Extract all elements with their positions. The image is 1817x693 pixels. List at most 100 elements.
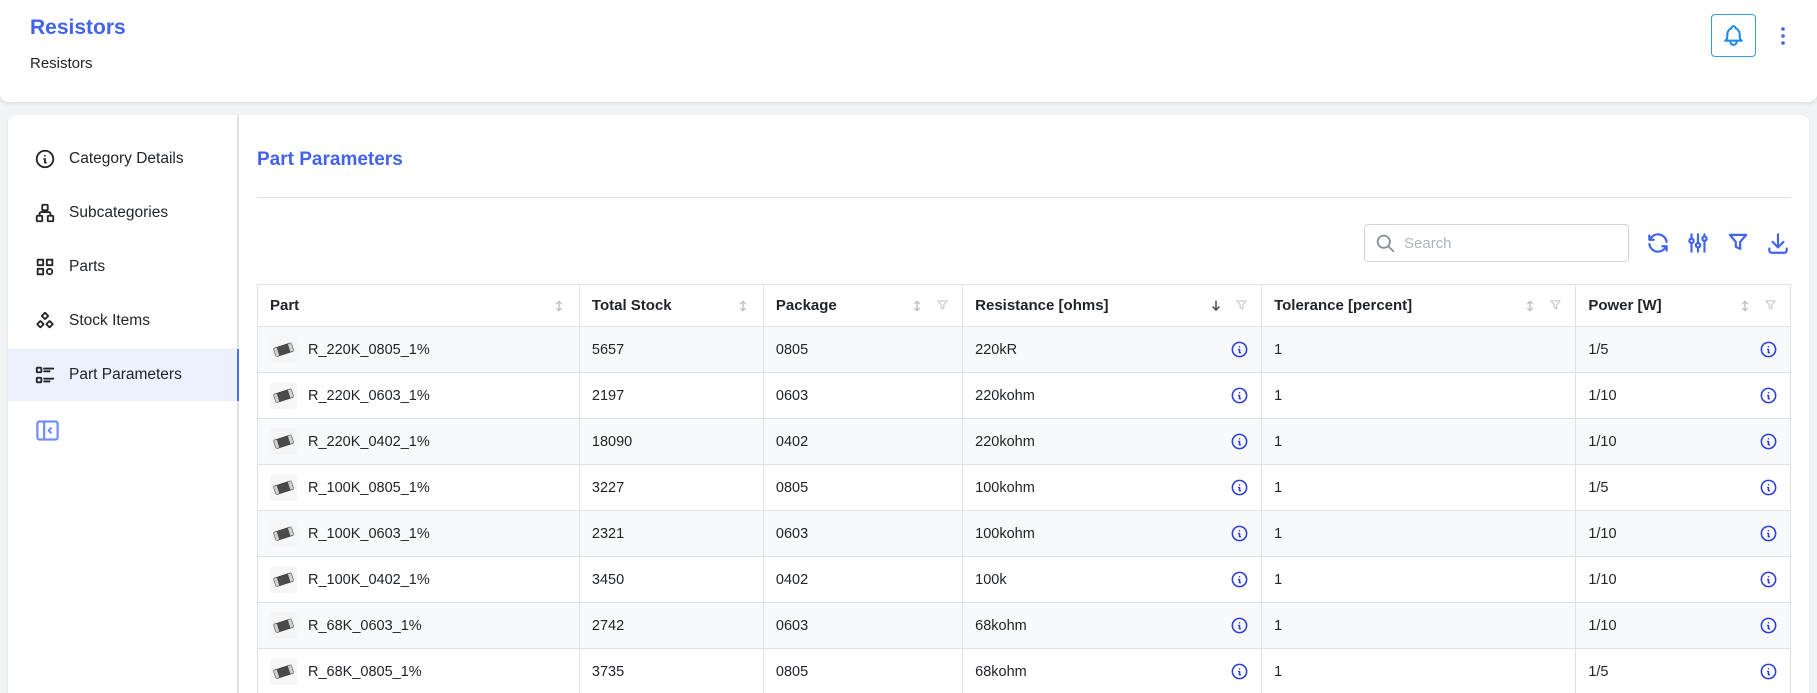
sort-icon[interactable] <box>1522 298 1538 314</box>
table-options-button[interactable] <box>1685 230 1711 256</box>
sidebar-item-subcategories[interactable]: Subcategories <box>8 187 237 239</box>
cell-power: 1/10 <box>1576 511 1791 557</box>
info-icon[interactable] <box>1759 524 1778 543</box>
cell-resistance: 68kohm <box>963 603 1262 649</box>
breadcrumb[interactable]: Resistors <box>30 55 93 72</box>
info-icon[interactable] <box>1230 662 1249 681</box>
table-row[interactable]: R_220K_0402_1%180900402220kohm11/10 <box>258 419 1791 465</box>
panel-sidebar: Category Details Subcategories Parts Sto… <box>8 115 239 693</box>
part-thumbnail[interactable] <box>270 428 297 455</box>
notifications-button[interactable] <box>1711 14 1756 57</box>
cell-package: 0805 <box>763 649 962 693</box>
sort-icon[interactable] <box>1737 298 1753 314</box>
table-row[interactable]: R_100K_0402_1%34500402100k11/10 <box>258 557 1791 603</box>
resistance-value: 68kohm <box>975 664 1027 680</box>
info-icon[interactable] <box>1759 662 1778 681</box>
info-icon[interactable] <box>1230 386 1249 405</box>
column-header-part[interactable]: Part <box>258 285 580 327</box>
cell-part: R_68K_0805_1% <box>258 649 580 693</box>
part-parameters-table: PartTotal Stock Package Resistance [ohms]T… <box>257 284 1791 693</box>
column-header-total-stock[interactable]: Total Stock <box>579 285 763 327</box>
info-icon[interactable] <box>1230 432 1249 451</box>
cell-resistance: 220kohm <box>963 419 1262 465</box>
sort-icon[interactable] <box>551 298 567 314</box>
resistance-value: 68kohm <box>975 618 1027 634</box>
table-row[interactable]: R_220K_0603_1%21970603220kohm11/10 <box>258 373 1791 419</box>
info-icon[interactable] <box>1230 340 1249 359</box>
column-filter-icon[interactable] <box>1763 298 1778 313</box>
info-icon[interactable] <box>1759 616 1778 635</box>
column-filter-icon[interactable] <box>1548 298 1563 313</box>
info-icon[interactable] <box>1230 478 1249 497</box>
table-row[interactable]: R_100K_0805_1%32270805100kohm11/5 <box>258 465 1791 511</box>
cell-tolerance: 1 <box>1262 327 1576 373</box>
column-header-power-w[interactable]: Power [W] <box>1576 285 1791 327</box>
sidebar-item-category-details[interactable]: Category Details <box>8 133 237 185</box>
part-thumbnail[interactable] <box>270 336 297 363</box>
column-header-tolerance-percent[interactable]: Tolerance [percent] <box>1262 285 1576 327</box>
sidebar-item-label: Stock Items <box>69 312 150 330</box>
overflow-menu-button[interactable] <box>1771 18 1795 54</box>
cell-total-stock: 2742 <box>579 603 763 649</box>
info-icon[interactable] <box>1759 386 1778 405</box>
info-icon[interactable] <box>1230 616 1249 635</box>
filter-button[interactable] <box>1725 230 1751 256</box>
cell-tolerance: 1 <box>1262 465 1576 511</box>
sort-icon[interactable] <box>735 298 751 314</box>
power-value: 1/5 <box>1588 664 1608 680</box>
part-thumbnail[interactable] <box>270 382 297 409</box>
part-thumbnail[interactable] <box>270 658 297 685</box>
resistance-value: 100k <box>975 572 1006 588</box>
table-row[interactable]: R_68K_0805_1%3735080568kohm11/5 <box>258 649 1791 693</box>
info-icon[interactable] <box>1759 478 1778 497</box>
resistance-value: 220kohm <box>975 388 1035 404</box>
download-button[interactable] <box>1765 230 1791 256</box>
info-icon[interactable] <box>1230 524 1249 543</box>
part-name: R_68K_0603_1% <box>308 618 422 634</box>
sort-desc-icon[interactable] <box>1208 298 1224 314</box>
part-thumbnail[interactable] <box>270 612 297 639</box>
cell-tolerance: 1 <box>1262 649 1576 693</box>
cell-power: 1/5 <box>1576 649 1791 693</box>
table-row[interactable]: R_100K_0603_1%23210603100kohm11/10 <box>258 511 1791 557</box>
refresh-icon <box>1645 230 1671 256</box>
info-icon[interactable] <box>1759 340 1778 359</box>
cell-total-stock: 2321 <box>579 511 763 557</box>
cell-total-stock: 3450 <box>579 557 763 603</box>
cell-tolerance: 1 <box>1262 603 1576 649</box>
cell-tolerance: 1 <box>1262 373 1576 419</box>
sidebar-item-parts[interactable]: Parts <box>8 241 237 293</box>
info-icon[interactable] <box>1759 432 1778 451</box>
resistance-value: 220kR <box>975 342 1017 358</box>
column-label: Package <box>776 297 837 314</box>
cell-part: R_100K_0402_1% <box>258 557 580 603</box>
part-thumbnail[interactable] <box>270 566 297 593</box>
cell-tolerance: 1 <box>1262 511 1576 557</box>
part-thumbnail[interactable] <box>270 520 297 547</box>
search-icon <box>1375 233 1396 254</box>
sidebar-collapse-button[interactable] <box>34 417 61 444</box>
dots-vertical-icon <box>1771 18 1795 54</box>
column-header-resistance-ohms[interactable]: Resistance [ohms] <box>963 285 1262 327</box>
sort-icon[interactable] <box>909 298 925 314</box>
column-header-package[interactable]: Package <box>763 285 962 327</box>
page-title: Resistors <box>30 16 1787 40</box>
search-box[interactable] <box>1364 224 1629 262</box>
refresh-button[interactable] <box>1645 230 1671 256</box>
search-input[interactable] <box>1404 235 1618 252</box>
column-filter-icon[interactable] <box>935 298 950 313</box>
sidebar-item-part-parameters[interactable]: Part Parameters <box>8 349 237 401</box>
sidebar-item-stock-items[interactable]: Stock Items <box>8 295 237 347</box>
sidebar-left-collapse-icon <box>34 417 61 444</box>
table-row[interactable]: R_220K_0805_1%56570805220kR11/5 <box>258 327 1791 373</box>
cell-power: 1/10 <box>1576 557 1791 603</box>
column-filter-icon[interactable] <box>1234 298 1249 313</box>
table-toolbar <box>257 224 1791 262</box>
part-thumbnail[interactable] <box>270 474 297 501</box>
info-icon[interactable] <box>1759 570 1778 589</box>
cell-power: 1/5 <box>1576 465 1791 511</box>
cell-part: R_100K_0805_1% <box>258 465 580 511</box>
table-row[interactable]: R_68K_0603_1%2742060368kohm11/10 <box>258 603 1791 649</box>
info-icon[interactable] <box>1230 570 1249 589</box>
cell-tolerance: 1 <box>1262 557 1576 603</box>
